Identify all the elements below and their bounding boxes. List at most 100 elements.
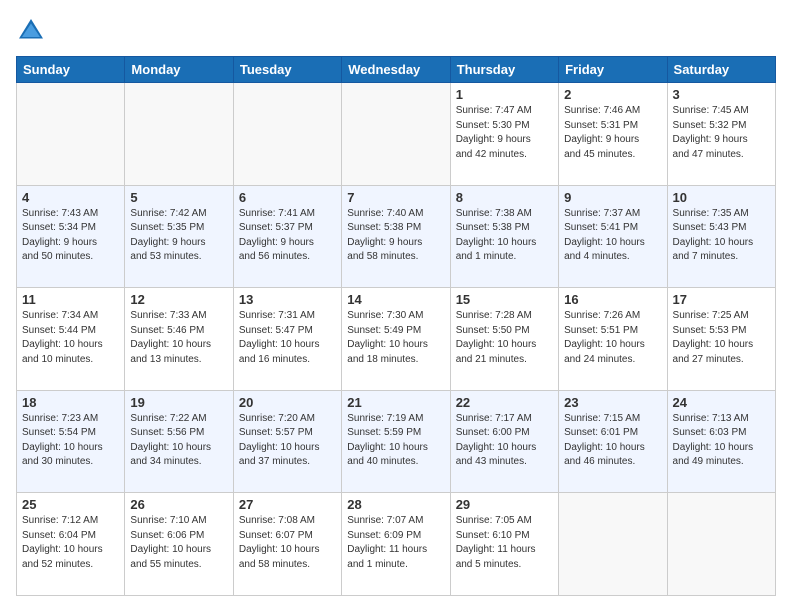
calendar-cell: 1 Sunrise: 7:47 AM Sunset: 5:30 PM Daylig… (450, 83, 558, 186)
day-info: Sunrise: 7:34 AM Sunset: 5:44 PM Dayligh… (22, 309, 119, 367)
calendar-cell: 9 Sunrise: 7:37 AM Sunset: 5:41 PM Daylig… (559, 185, 667, 288)
calendar-week-row: 18 Sunrise: 7:23 AM Sunset: 5:54 PM Dayli… (17, 390, 776, 493)
calendar-cell: 21 Sunrise: 7:19 AM Sunset: 5:59 PM Dayli… (342, 390, 450, 493)
day-info: Sunrise: 7:23 AM Sunset: 5:54 PM Dayligh… (22, 412, 119, 470)
day-info: Sunrise: 7:35 AM Sunset: 5:43 PM Dayligh… (673, 207, 770, 265)
day-info: Sunrise: 7:37 AM Sunset: 5:41 PM Dayligh… (564, 207, 661, 265)
calendar-cell: 10 Sunrise: 7:35 AM Sunset: 5:43 PM Dayli… (667, 185, 775, 288)
calendar-cell (342, 83, 450, 186)
calendar-cell: 2 Sunrise: 7:46 AM Sunset: 5:31 PM Daylig… (559, 83, 667, 186)
weekday-header: Friday (559, 57, 667, 83)
day-number: 11 (22, 292, 119, 307)
calendar-cell: 15Sunrise: 7:28 AM Sunset: 5:50 PM Dayli… (450, 288, 558, 391)
calendar-cell: 12 Sunrise: 7:33 AM Sunset: 5:46 PM Dayli… (125, 288, 233, 391)
day-number: 18 (22, 395, 119, 410)
day-number: 28 (347, 497, 444, 512)
day-number: 7 (347, 190, 444, 205)
day-info: Sunrise: 7:12 AM Sunset: 6:04 PM Dayligh… (22, 514, 119, 572)
calendar-cell (17, 83, 125, 186)
calendar-table: SundayMondayTuesdayWednesdayThursdayFrid… (16, 56, 776, 596)
day-number: 25 (22, 497, 119, 512)
page: SundayMondayTuesdayWednesdayThursdayFrid… (0, 0, 792, 612)
calendar-cell: 16 Sunrise: 7:26 AM Sunset: 5:51 PM Dayli… (559, 288, 667, 391)
calendar-cell: 14Sunrise: 7:30 AM Sunset: 5:49 PM Dayli… (342, 288, 450, 391)
calendar-cell: 26 Sunrise: 7:10 AM Sunset: 6:06 PM Dayli… (125, 493, 233, 596)
day-number: 17 (673, 292, 770, 307)
day-number: 27 (239, 497, 336, 512)
day-info: Sunrise: 7:43 AM Sunset: 5:34 PM Dayligh… (22, 207, 119, 265)
day-number: 3 (673, 87, 770, 102)
day-info: Sunrise: 7:05 AM Sunset: 6:10 PM Dayligh… (456, 514, 553, 572)
weekday-header: Monday (125, 57, 233, 83)
day-info: Sunrise: 7:20 AM Sunset: 5:57 PM Dayligh… (239, 412, 336, 470)
day-info: Sunrise: 7:15 AM Sunset: 6:01 PM Dayligh… (564, 412, 661, 470)
day-info: Sunrise: 7:46 AM Sunset: 5:31 PM Dayligh… (564, 104, 661, 162)
header (16, 16, 776, 46)
calendar-cell: 8 Sunrise: 7:38 AM Sunset: 5:38 PM Daylig… (450, 185, 558, 288)
day-info: Sunrise: 7:26 AM Sunset: 5:51 PM Dayligh… (564, 309, 661, 367)
day-number: 8 (456, 190, 553, 205)
day-info: Sunrise: 7:19 AM Sunset: 5:59 PM Dayligh… (347, 412, 444, 470)
calendar-cell: 23 Sunrise: 7:15 AM Sunset: 6:01 PM Dayli… (559, 390, 667, 493)
calendar-week-row: 1 Sunrise: 7:47 AM Sunset: 5:30 PM Daylig… (17, 83, 776, 186)
calendar-cell (559, 493, 667, 596)
logo-icon (16, 16, 46, 46)
day-number: 14 (347, 292, 444, 307)
calendar-cell: 19 Sunrise: 7:22 AM Sunset: 5:56 PM Dayli… (125, 390, 233, 493)
day-number: 13 (239, 292, 336, 307)
weekday-header: Thursday (450, 57, 558, 83)
calendar-cell: 28 Sunrise: 7:07 AM Sunset: 6:09 PM Dayli… (342, 493, 450, 596)
day-number: 4 (22, 190, 119, 205)
day-info: Sunrise: 7:31 AM Sunset: 5:47 PM Dayligh… (239, 309, 336, 367)
calendar-cell (125, 83, 233, 186)
weekday-header: Tuesday (233, 57, 341, 83)
day-info: Sunrise: 7:13 AM Sunset: 6:03 PM Dayligh… (673, 412, 770, 470)
day-number: 29 (456, 497, 553, 512)
day-number: 22 (456, 395, 553, 410)
day-info: Sunrise: 7:08 AM Sunset: 6:07 PM Dayligh… (239, 514, 336, 572)
calendar-cell: 4 Sunrise: 7:43 AM Sunset: 5:34 PM Daylig… (17, 185, 125, 288)
calendar-cell: 22 Sunrise: 7:17 AM Sunset: 6:00 PM Dayli… (450, 390, 558, 493)
day-number: 9 (564, 190, 661, 205)
calendar-cell: 11 Sunrise: 7:34 AM Sunset: 5:44 PM Dayli… (17, 288, 125, 391)
day-number: 12 (130, 292, 227, 307)
day-number: 21 (347, 395, 444, 410)
day-info: Sunrise: 7:17 AM Sunset: 6:00 PM Dayligh… (456, 412, 553, 470)
weekday-header: Sunday (17, 57, 125, 83)
day-info: Sunrise: 7:10 AM Sunset: 6:06 PM Dayligh… (130, 514, 227, 572)
day-number: 2 (564, 87, 661, 102)
day-number: 16 (564, 292, 661, 307)
calendar-cell: 18 Sunrise: 7:23 AM Sunset: 5:54 PM Dayli… (17, 390, 125, 493)
day-number: 19 (130, 395, 227, 410)
calendar-cell: 29 Sunrise: 7:05 AM Sunset: 6:10 PM Dayli… (450, 493, 558, 596)
day-info: Sunrise: 7:42 AM Sunset: 5:35 PM Dayligh… (130, 207, 227, 265)
day-info: Sunrise: 7:22 AM Sunset: 5:56 PM Dayligh… (130, 412, 227, 470)
day-number: 10 (673, 190, 770, 205)
day-number: 23 (564, 395, 661, 410)
calendar-cell: 5 Sunrise: 7:42 AM Sunset: 5:35 PM Daylig… (125, 185, 233, 288)
day-info: Sunrise: 7:38 AM Sunset: 5:38 PM Dayligh… (456, 207, 553, 265)
day-info: Sunrise: 7:33 AM Sunset: 5:46 PM Dayligh… (130, 309, 227, 367)
calendar-cell: 27 Sunrise: 7:08 AM Sunset: 6:07 PM Dayli… (233, 493, 341, 596)
day-info: Sunrise: 7:47 AM Sunset: 5:30 PM Dayligh… (456, 104, 553, 162)
logo (16, 16, 50, 46)
day-number: 24 (673, 395, 770, 410)
day-number: 15 (456, 292, 553, 307)
day-info: Sunrise: 7:41 AM Sunset: 5:37 PM Dayligh… (239, 207, 336, 265)
calendar-week-row: 25 Sunrise: 7:12 AM Sunset: 6:04 PM Dayli… (17, 493, 776, 596)
calendar-header-row: SundayMondayTuesdayWednesdayThursdayFrid… (17, 57, 776, 83)
calendar-cell: 17Sunrise: 7:25 AM Sunset: 5:53 PM Dayli… (667, 288, 775, 391)
calendar-cell: 6 Sunrise: 7:41 AM Sunset: 5:37 PM Daylig… (233, 185, 341, 288)
day-number: 6 (239, 190, 336, 205)
calendar-cell: 13 Sunrise: 7:31 AM Sunset: 5:47 PM Dayli… (233, 288, 341, 391)
calendar-week-row: 4 Sunrise: 7:43 AM Sunset: 5:34 PM Daylig… (17, 185, 776, 288)
day-info: Sunrise: 7:07 AM Sunset: 6:09 PM Dayligh… (347, 514, 444, 572)
day-number: 20 (239, 395, 336, 410)
calendar-cell: 7Sunrise: 7:40 AM Sunset: 5:38 PM Daylig… (342, 185, 450, 288)
day-info: Sunrise: 7:45 AM Sunset: 5:32 PM Dayligh… (673, 104, 770, 162)
day-number: 5 (130, 190, 227, 205)
day-number: 26 (130, 497, 227, 512)
calendar-cell (667, 493, 775, 596)
day-number: 1 (456, 87, 553, 102)
calendar-cell: 3 Sunrise: 7:45 AM Sunset: 5:32 PM Daylig… (667, 83, 775, 186)
